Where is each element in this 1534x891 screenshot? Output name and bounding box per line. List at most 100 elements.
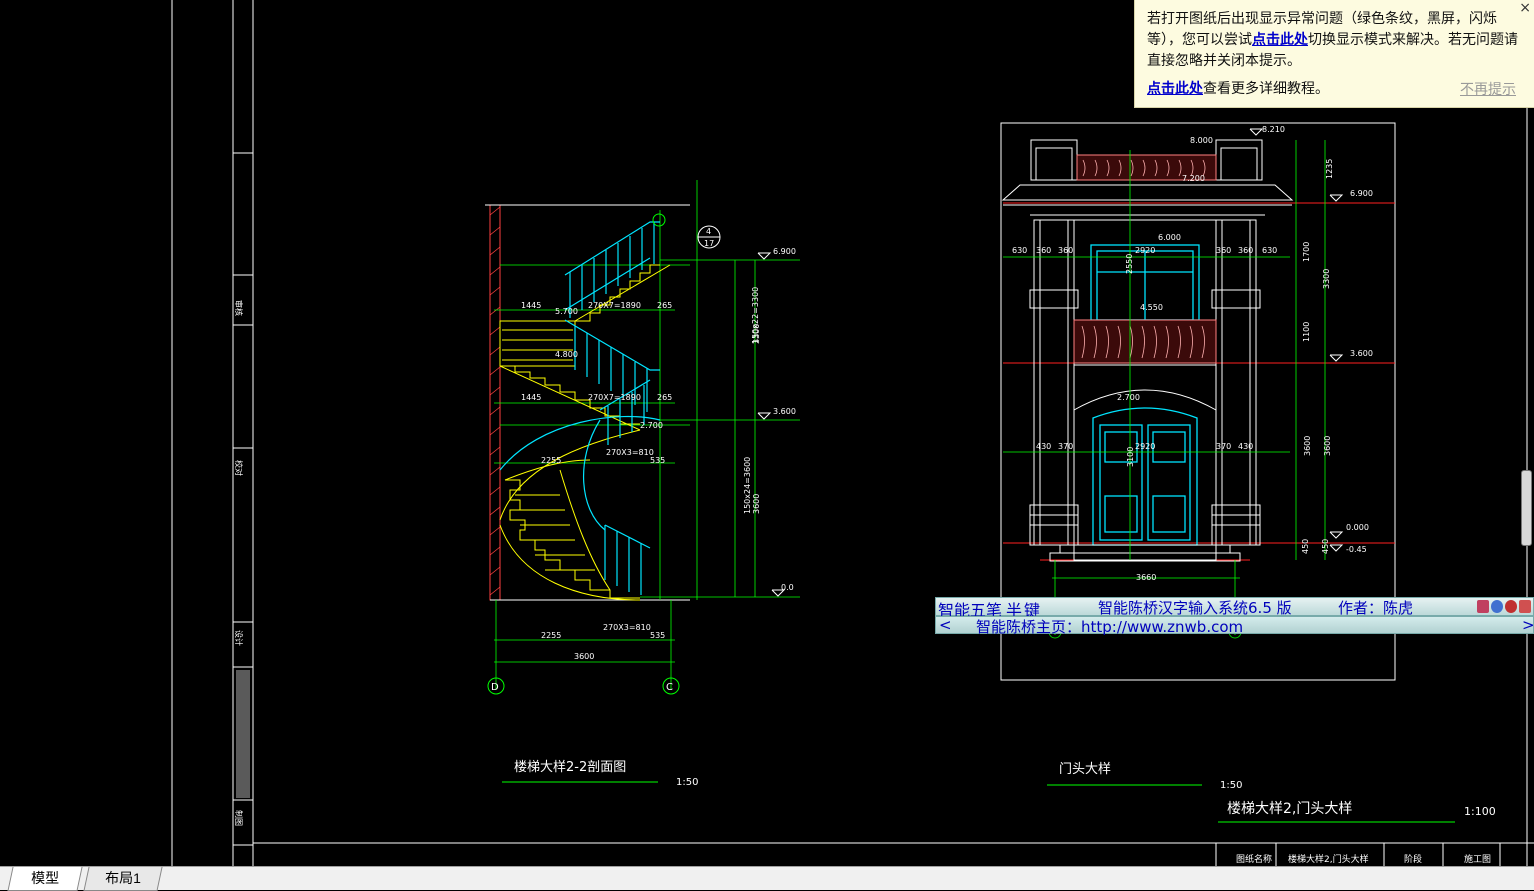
layout-tab-bar: 模型 布局1: [0, 866, 1534, 891]
stair-section: 4 17 D C 6.900 3.600 0.0 1445 1445 270X7…: [485, 180, 800, 788]
ime-author: 作者：陈虎: [1338, 599, 1414, 617]
d535b: 535: [650, 631, 665, 640]
door-elevation: 8.210 8.000 7.200 6.900 6.000 4.550 3.60…: [1000, 122, 1396, 791]
stair-ref-bot: 17: [704, 239, 714, 248]
h3: 150x24=3600: [743, 457, 752, 514]
lvl-c: 2.700: [640, 421, 663, 430]
axis-c: C: [666, 682, 673, 693]
h1700: 1700: [1302, 242, 1311, 262]
lvl-base: 0.0: [781, 583, 794, 592]
d535a: 535: [650, 456, 665, 465]
d265b: 265: [657, 393, 672, 402]
ime-status-bar[interactable]: 智能五笔 半 键 智能陈桥汉字输入系统6.5 版 作者：陈虎: [935, 597, 1534, 620]
sheet-frame: [171, 0, 1534, 866]
l8000: 8.000: [1190, 136, 1213, 145]
l6000: 6.000: [1158, 233, 1181, 242]
tab-model[interactable]: 模型: [7, 867, 83, 891]
ime-mail-icon[interactable]: [1519, 600, 1531, 613]
tb-stage-label: 阶段: [1404, 853, 1422, 865]
w370b: 370: [1216, 442, 1231, 451]
tutorial-link[interactable]: 点击此处: [1147, 81, 1203, 97]
h450b: 450: [1321, 539, 1330, 554]
w360a: 360: [1036, 246, 1051, 255]
ime-right-arrow[interactable]: >: [1522, 616, 1534, 634]
l2700: 2.700: [1117, 393, 1140, 402]
stair-scale: 1:50: [676, 777, 698, 788]
cad-viewport[interactable]: 审核 校对 设计 制图 4 17 D C 6.900 3.600 0.0 144…: [0, 0, 1534, 866]
w360b: 360: [1058, 246, 1073, 255]
d2255b: 2255: [541, 631, 561, 640]
h3600a: 3600: [1303, 436, 1312, 456]
w430b: 430: [1238, 442, 1253, 451]
switch-display-link[interactable]: 点击此处: [1252, 32, 1308, 48]
hatch-block: [236, 670, 250, 798]
ime-title: 智能陈桥汉字输入系统6.5 版: [1098, 599, 1292, 617]
ime-home-bar[interactable]: < 智能陈桥主页：http://www.znwb.com >: [935, 616, 1534, 637]
ime-menu-icon[interactable]: [1477, 600, 1489, 613]
w2920b: 2920: [1135, 442, 1155, 451]
l0000: 0.000: [1346, 523, 1369, 532]
vertical-scroll-grip[interactable]: [1521, 470, 1532, 546]
lvl-mid: 3.600: [773, 407, 796, 416]
stair-ref-top: 4: [706, 227, 711, 236]
tab-model-label: 模型: [31, 870, 60, 886]
side-label-3: 设计: [234, 630, 244, 646]
tab-layout1[interactable]: 布局1: [83, 867, 163, 891]
side-label-4: 制图: [234, 810, 244, 826]
tb-name-label: 图纸名称: [1236, 853, 1272, 865]
w3660: 3660: [1136, 573, 1156, 582]
tab-layout1-label: 布局1: [105, 870, 141, 886]
tread3: 270X3=810: [606, 448, 654, 457]
ime-toolbar[interactable]: 智能五笔 半 键 智能陈桥汉字输入系统6.5 版 作者：陈虎 < 智能陈桥主页：…: [935, 597, 1534, 637]
close-icon[interactable]: ×: [1519, 0, 1531, 19]
drawing-canvas[interactable]: 审核 校对 设计 制图 4 17 D C 6.900 3.600 0.0 144…: [0, 0, 1534, 866]
ime-stop-icon[interactable]: [1505, 600, 1517, 613]
h3600b: 3600: [1323, 436, 1332, 456]
w370a: 370: [1058, 442, 1073, 451]
w630b: 630: [1262, 246, 1277, 255]
tread2: 270X7=1890: [588, 393, 641, 402]
l6900: 6.900: [1350, 189, 1373, 198]
notice-line-2: 点击此处查看更多详细教程。: [1147, 79, 1329, 100]
d265a: 265: [657, 301, 672, 310]
h4: 3600: [752, 494, 761, 514]
w360d: 360: [1238, 246, 1253, 255]
tread4: 270X3=810: [603, 623, 651, 632]
w2920a: 2920: [1135, 246, 1155, 255]
d1445a: 1445: [521, 301, 541, 310]
w360c: 360: [1216, 246, 1231, 255]
l3600: 3.600: [1350, 349, 1373, 358]
h1235: 1235: [1325, 159, 1334, 179]
never-show-link[interactable]: 不再提示: [1460, 80, 1516, 101]
h1100: 1100: [1302, 322, 1311, 342]
side-label-1: 审核: [234, 300, 244, 316]
door-scale: 1:50: [1220, 780, 1242, 791]
l7200: 7.200: [1182, 174, 1205, 183]
ime-search-icon[interactable]: [1491, 600, 1503, 613]
sheet-scale: 1:100: [1464, 805, 1496, 818]
d2255a: 2255: [541, 456, 561, 465]
ime-left-arrow[interactable]: <: [939, 616, 952, 634]
tb-name-value: 楼梯大样2,门头大样: [1288, 853, 1369, 865]
tread1: 270X7=1890: [588, 301, 641, 310]
h3100: 3100: [1126, 447, 1135, 467]
display-notice-popup: × 若打开图纸后出现显示异常问题（绿色条纹，黑屏，闪烁等），您可以尝试点击此处切…: [1134, 0, 1534, 108]
notice-text-3: 查看更多详细教程。: [1203, 81, 1329, 97]
h2: 3300: [752, 324, 761, 344]
lm045: -0.45: [1346, 545, 1367, 554]
h450a: 450: [1301, 539, 1310, 554]
h3300: 3300: [1322, 269, 1331, 289]
ime-home-link[interactable]: 智能陈桥主页：http://www.znwb.com: [976, 616, 1243, 637]
sheet-title: 楼梯大样2,门头大样: [1227, 801, 1352, 817]
span: 3600: [574, 652, 594, 661]
door-title: 门头大样: [1059, 762, 1111, 777]
stair-title: 楼梯大样2-2剖面图: [514, 760, 626, 775]
l4550: 4.550: [1140, 303, 1163, 312]
w430a: 430: [1036, 442, 1051, 451]
d1445b: 1445: [521, 393, 541, 402]
w630a: 630: [1012, 246, 1027, 255]
l8210: 8.210: [1262, 125, 1285, 134]
lvl-a: 5.700: [555, 307, 578, 316]
h2550: 2550: [1125, 254, 1134, 274]
lvl-b: 4.800: [555, 350, 578, 359]
